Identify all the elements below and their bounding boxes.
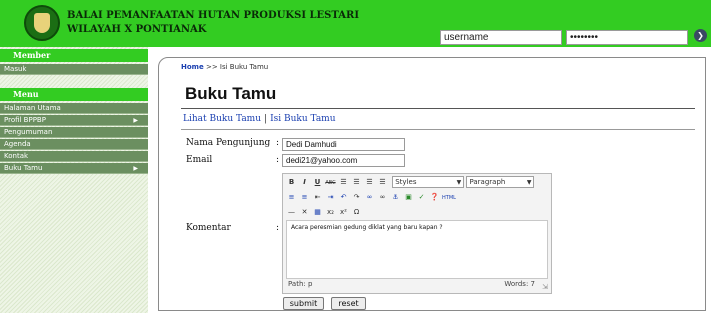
sidebar-item-label: Pengumuman [4, 128, 53, 136]
align-center-icon[interactable]: ☰ [351, 175, 362, 189]
reset-button[interactable]: reset [331, 297, 366, 310]
sidebar-item-label: Profil BPPBP [4, 116, 46, 124]
sidebar-item-masuk[interactable]: Masuk [0, 64, 148, 75]
styles-select[interactable]: Styles ▼ [392, 176, 465, 188]
sidebar-heading-menu: Menu [0, 88, 148, 101]
redo-icon[interactable]: ↷ [351, 190, 362, 204]
sidebar-item-pengumuman[interactable]: Pengumuman [0, 127, 148, 138]
sidebar-item-halaman-utama[interactable]: Halaman Utama [0, 103, 148, 114]
sidebar-item-agenda[interactable]: Agenda [0, 139, 148, 150]
editor-toolbar-row-2: ≡ ≡ ⇤ ⇥ ↶ ↷ ∞ ∞ ⚓ ▣ ✓ ❓ HTML [286, 190, 458, 204]
logo [24, 5, 60, 41]
komentar-colon: : [276, 223, 280, 233]
sidebar-item-label: Masuk [4, 65, 27, 73]
site-header: BALAI PEMANFAATAN HUTAN PRODUKSI LESTARI… [0, 0, 711, 47]
bold-icon[interactable]: B [286, 175, 297, 189]
unlink-icon[interactable]: ∞ [377, 190, 388, 204]
guestbook-links: Lihat Buku Tamu | Isi Buku Tamu [183, 114, 336, 124]
link-icon[interactable]: ∞ [364, 190, 375, 204]
image-icon[interactable]: ▣ [403, 190, 414, 204]
sidebar-item-label: Halaman Utama [4, 104, 61, 112]
strikethrough-icon[interactable]: ABC [325, 176, 336, 190]
site-title-line2: WILAYAH X PONTIANAK [67, 24, 207, 35]
breadcrumb: Home >> Isi Buku Tamu [181, 63, 268, 71]
resize-handle-icon[interactable]: ⇲ [542, 283, 548, 291]
paragraph-select-value: Paragraph [469, 178, 506, 186]
title-divider [181, 108, 695, 109]
nama-colon: : [276, 138, 280, 148]
link-separator: | [264, 114, 268, 124]
visual-aid-icon[interactable]: ▦ [312, 205, 323, 219]
sidebar-item-label: Agenda [4, 140, 31, 148]
email-colon: : [276, 155, 280, 165]
link-lihat-buku-tamu[interactable]: Lihat Buku Tamu [183, 114, 261, 124]
login-go-button[interactable]: ❯ [694, 29, 707, 42]
chevron-right-icon: ▶ [133, 165, 138, 172]
sidebar-item-label: Buku Tamu [4, 164, 43, 172]
breadcrumb-home-link[interactable]: Home [181, 63, 204, 71]
italic-icon[interactable]: I [299, 175, 310, 189]
komentar-label: Komentar [186, 223, 231, 233]
help-icon[interactable]: ❓ [429, 190, 440, 204]
rich-text-editor: B I U ABC ☰ ☰ ☰ ☰ Styles ▼ Paragraph ▼ ≡ ≡ ⇤ ⇥ ↶ ↷ ∞ ∞ ⚓ ▣… [282, 173, 552, 294]
breadcrumb-current: Isi Buku Tamu [219, 63, 269, 71]
site-title-line1: BALAI PEMANFAATAN HUTAN PRODUKSI LESTARI [67, 10, 359, 21]
nama-input[interactable]: Dedi Damhudi [282, 138, 405, 151]
html-source-button[interactable]: HTML [442, 191, 456, 205]
align-right-icon[interactable]: ☰ [364, 175, 375, 189]
editor-path: Path: p [288, 280, 313, 288]
sidebar-item-buku-tamu[interactable]: Buku Tamu ▶ [0, 163, 148, 174]
sidebar-item-kontak[interactable]: Kontak [0, 151, 148, 162]
anchor-icon[interactable]: ⚓ [390, 190, 401, 204]
username-input[interactable]: username [440, 30, 562, 45]
site-title: BALAI PEMANFAATAN HUTAN PRODUKSI LESTARI… [67, 9, 359, 37]
editor-toolbar-row-1: B I U ABC ☰ ☰ ☰ ☰ Styles ▼ Paragraph ▼ [286, 175, 535, 190]
email-input[interactable]: dedi21@yahoo.com [282, 154, 405, 167]
link-isi-buku-tamu[interactable]: Isi Buku Tamu [270, 114, 335, 124]
breadcrumb-separator: >> [205, 63, 218, 71]
submit-button[interactable]: submit [283, 297, 324, 310]
sidebar-heading-member: Member [0, 49, 148, 62]
sidebar: Member Masuk Menu Halaman Utama Profil B… [0, 47, 148, 313]
align-justify-icon[interactable]: ☰ [377, 175, 388, 189]
special-char-icon[interactable]: Ω [351, 205, 362, 219]
align-left-icon[interactable]: ☰ [338, 175, 349, 189]
superscript-icon[interactable]: x² [338, 205, 349, 219]
chevron-right-icon: ▶ [133, 117, 138, 124]
undo-icon[interactable]: ↶ [338, 190, 349, 204]
chevron-down-icon: ▼ [456, 179, 462, 186]
komentar-editor-area[interactable]: Acara peresmian gedung diklat yang baru … [286, 220, 548, 279]
main-content: Home >> Isi Buku Tamu Buku Tamu Lihat Bu… [158, 57, 706, 311]
horizontal-rule-icon[interactable]: — [286, 205, 297, 219]
numbered-list-icon[interactable]: ≡ [299, 190, 310, 204]
styles-select-value: Styles [395, 178, 417, 186]
email-label: Email [186, 155, 213, 165]
editor-toolbar-row-3: — ✕ ▦ x₂ x² Ω [286, 205, 364, 219]
nama-label: Nama Pengunjung [186, 138, 271, 148]
chevron-down-icon: ▼ [526, 179, 532, 186]
indent-icon[interactable]: ⇥ [325, 190, 336, 204]
page-title: Buku Tamu [185, 84, 277, 103]
underline-icon[interactable]: U [312, 175, 323, 189]
paragraph-select[interactable]: Paragraph ▼ [466, 176, 535, 188]
remove-format-icon[interactable]: ✕ [299, 205, 310, 219]
cleanup-icon[interactable]: ✓ [416, 190, 427, 204]
password-input[interactable]: •••••••• [566, 30, 688, 45]
outdent-icon[interactable]: ⇤ [312, 190, 323, 204]
subscript-icon[interactable]: x₂ [325, 205, 336, 219]
sidebar-item-label: Kontak [4, 152, 29, 160]
logo-emblem [34, 13, 50, 33]
bullet-list-icon[interactable]: ≡ [286, 190, 297, 204]
sidebar-item-profil-bppbp[interactable]: Profil BPPBP ▶ [0, 115, 148, 126]
links-divider [181, 129, 695, 130]
editor-word-count: Words: 7 [504, 280, 535, 288]
